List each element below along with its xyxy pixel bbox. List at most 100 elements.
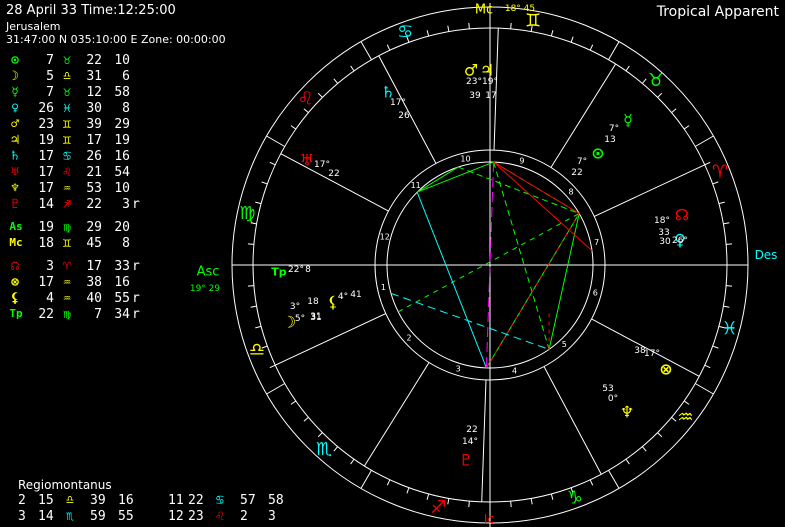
wheel-planet-degree: 17° xyxy=(644,349,660,359)
degree-tick xyxy=(266,383,286,395)
wheel-planet-minute: 22 xyxy=(466,425,477,435)
leo-icon: ♌ xyxy=(298,89,314,110)
house-number-label: 10 xyxy=(460,154,470,163)
ascendant-label: Asc xyxy=(197,265,220,280)
ascendant-position: 19° 29 xyxy=(190,284,221,294)
wheel-mercury: ☿ xyxy=(623,111,633,130)
cancer-icon: ♋ xyxy=(397,21,413,42)
house-number-label: 6 xyxy=(593,289,598,298)
taurus-icon: ♉ xyxy=(648,70,664,91)
degree-tick xyxy=(657,432,663,438)
house-number-label: 12 xyxy=(380,232,390,241)
degree-tick xyxy=(406,487,410,494)
chart-wheel: 123 456789101112♊♉♈♓♒♑♐♏♎♍♌♋Asc19° 29Mc 18… xyxy=(190,3,777,527)
house-cusp-line xyxy=(280,153,389,212)
degree-tick xyxy=(723,222,730,225)
wheel-extra-label: 3° xyxy=(290,302,300,312)
house-number-label: 9 xyxy=(519,156,524,165)
degree-tick xyxy=(671,416,677,422)
wheel-planet-minute: 26 xyxy=(398,111,410,121)
degree-tick xyxy=(360,469,372,489)
wheel-neptune: ♆ xyxy=(620,403,634,422)
degree-tick xyxy=(625,458,630,465)
wheel-planet-degree: 17° xyxy=(390,98,406,108)
wheel-planet-degree: 14° xyxy=(462,437,478,447)
wheel-planet-degree: 26° xyxy=(672,236,688,246)
wheel-planet-minute: 22 xyxy=(328,169,339,179)
degree-tick xyxy=(333,78,339,84)
degree-tick xyxy=(657,92,663,98)
wheel-planet-minute: 39 xyxy=(469,91,481,101)
aspect-line-cyan xyxy=(416,191,487,369)
degree-tick xyxy=(447,498,450,505)
degree-tick xyxy=(510,501,512,508)
house-number-label: 1 xyxy=(381,283,386,292)
degree-tick xyxy=(510,22,512,29)
wheel-planet-degree: 4° xyxy=(338,292,348,302)
degree-tick xyxy=(608,41,620,61)
degree-tick xyxy=(589,44,594,51)
degree-tick xyxy=(723,305,730,308)
house-number-label: 4 xyxy=(512,367,517,376)
degree-tick xyxy=(550,493,554,500)
degree-tick xyxy=(247,243,254,245)
degree-tick xyxy=(303,416,309,422)
degree-tick xyxy=(447,25,450,32)
degree-tick xyxy=(247,285,254,287)
wheel-planet-degree: 19° xyxy=(482,77,498,87)
degree-tick xyxy=(718,201,725,205)
degree-tick xyxy=(712,345,719,349)
degree-tick xyxy=(269,364,276,369)
degree-tick xyxy=(530,498,533,505)
wheel-planet-minute: 41 xyxy=(350,290,361,300)
midheaven-label: Mc xyxy=(475,3,493,18)
degree-tick xyxy=(426,30,430,37)
degree-tick xyxy=(694,383,714,395)
house-number-label: 2 xyxy=(406,333,411,342)
house-number-label: 7 xyxy=(594,238,599,247)
house-cusp-line xyxy=(363,362,430,467)
libra-icon: ♎ xyxy=(249,339,265,360)
wheel-transpluto: Tp xyxy=(271,266,287,279)
aspect-line-cyan-dashed xyxy=(390,292,550,350)
degree-tick xyxy=(694,135,714,147)
aspect-line-green xyxy=(548,213,580,350)
degree-tick xyxy=(641,78,647,84)
degree-tick xyxy=(350,65,355,72)
degree-tick xyxy=(641,446,647,452)
degree-tick xyxy=(261,181,268,185)
house-number-label: 11 xyxy=(411,181,421,190)
degree-tick xyxy=(726,285,733,287)
wheel-extra-label: 31 xyxy=(310,313,321,323)
degree-tick xyxy=(333,446,339,452)
wheel-planet-degree: 5° xyxy=(295,314,305,324)
degree-tick xyxy=(290,400,297,405)
house-number-label: 3 xyxy=(456,365,461,374)
house-cusp-line xyxy=(493,28,499,151)
degree-tick xyxy=(683,125,690,130)
aspect-line-green xyxy=(416,161,494,193)
degree-tick xyxy=(683,400,690,405)
wheel-planet-minute: 22 xyxy=(571,168,582,178)
house-cusp-line xyxy=(481,379,487,502)
degree-tick xyxy=(704,161,711,166)
degree-tick xyxy=(671,108,677,114)
house-number-label: 5 xyxy=(562,340,567,349)
wheel-node: ☊ xyxy=(675,206,689,225)
wheel-uranus: ♅ xyxy=(300,151,314,170)
degree-tick xyxy=(726,243,733,245)
degree-tick xyxy=(250,305,257,308)
wheel-planet-minute: 17 xyxy=(485,91,496,101)
degree-tick xyxy=(426,493,430,500)
aquarius-icon: ♒ xyxy=(677,407,693,428)
wheel-planet-minute: 53 xyxy=(602,384,613,394)
sagittarius-icon: ♐ xyxy=(430,497,446,518)
degree-tick xyxy=(360,41,372,61)
wheel-planet-minute: 38 xyxy=(634,346,646,356)
degree-tick xyxy=(608,469,620,489)
degree-tick xyxy=(269,161,276,166)
virgo-icon: ♍ xyxy=(239,203,255,224)
capricorn-icon: ♑ xyxy=(567,488,583,509)
wheel-planet-minute: 30 xyxy=(659,237,671,247)
degree-tick xyxy=(317,432,323,438)
